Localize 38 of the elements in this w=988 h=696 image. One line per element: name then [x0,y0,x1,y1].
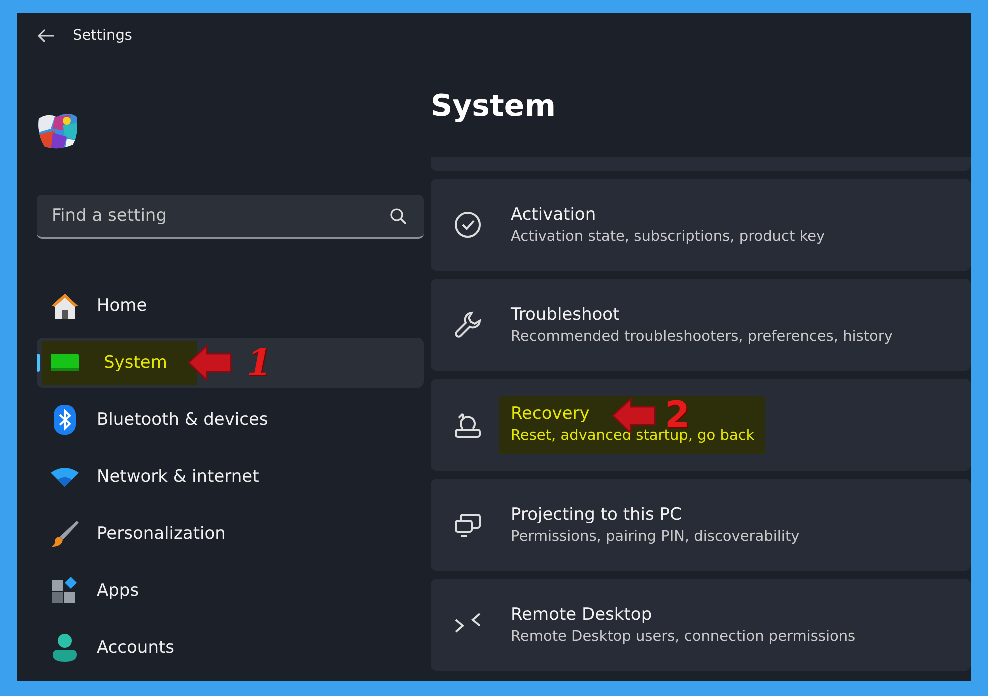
paintbrush-icon [50,519,80,549]
window-title: Settings [73,28,132,44]
nav-item[interactable]: Apps [37,566,424,616]
nav-item[interactable]: Accounts [37,623,424,673]
card-title: Troubleshoot [511,305,620,325]
setting-card[interactable]: Troubleshoot Recommended troubleshooters, preferences, history [431,279,971,371]
card-description: Permissions, pairing PIN, discoverability [511,529,800,545]
setting-card[interactable]: Projecting to this PC Permissions, pairing PIN, discoverability [431,479,971,571]
nav-item[interactable]: Bluetooth & devices [37,395,424,445]
bluetooth-icon [54,405,76,435]
page-title: System [431,89,557,126]
card-description: Remote Desktop users, connection permissions [511,629,856,645]
person-icon [52,633,78,663]
back-icon[interactable] [37,28,55,44]
card-title: Projecting to this PC [511,505,682,525]
nav-item[interactable]: Network & internet [37,452,424,502]
setting-card[interactable]: Remote Desktop Remote Desktop users, connection permissions [431,579,971,671]
monitor-icon [50,352,80,374]
nav-item[interactable]: Personalization [37,509,424,559]
apps-icon [51,577,79,605]
card-description: Recommended troubleshooters, preferences, history [511,329,893,345]
wifi-icon [50,466,80,488]
card-description: Activation state, subscriptions, product key [511,229,826,245]
arrow-icon [187,344,233,382]
wrench-icon [453,310,483,340]
check-circle-icon [453,210,483,240]
setting-card[interactable]: Activation Activation state, subscriptions, product key [431,179,971,271]
callout-number: 1 [247,345,272,381]
search-icon [390,208,408,226]
nav-item[interactable]: System 1 [37,338,424,388]
card-title: Remote Desktop [511,605,652,625]
home-icon [50,292,80,320]
search-field[interactable]: Find a setting [37,195,424,239]
card-title: Recovery [511,404,590,424]
card-title: Activation [511,205,596,225]
nav-item[interactable]: Home [37,281,424,331]
highlight-box: System [42,341,198,385]
selection-indicator [37,354,40,372]
